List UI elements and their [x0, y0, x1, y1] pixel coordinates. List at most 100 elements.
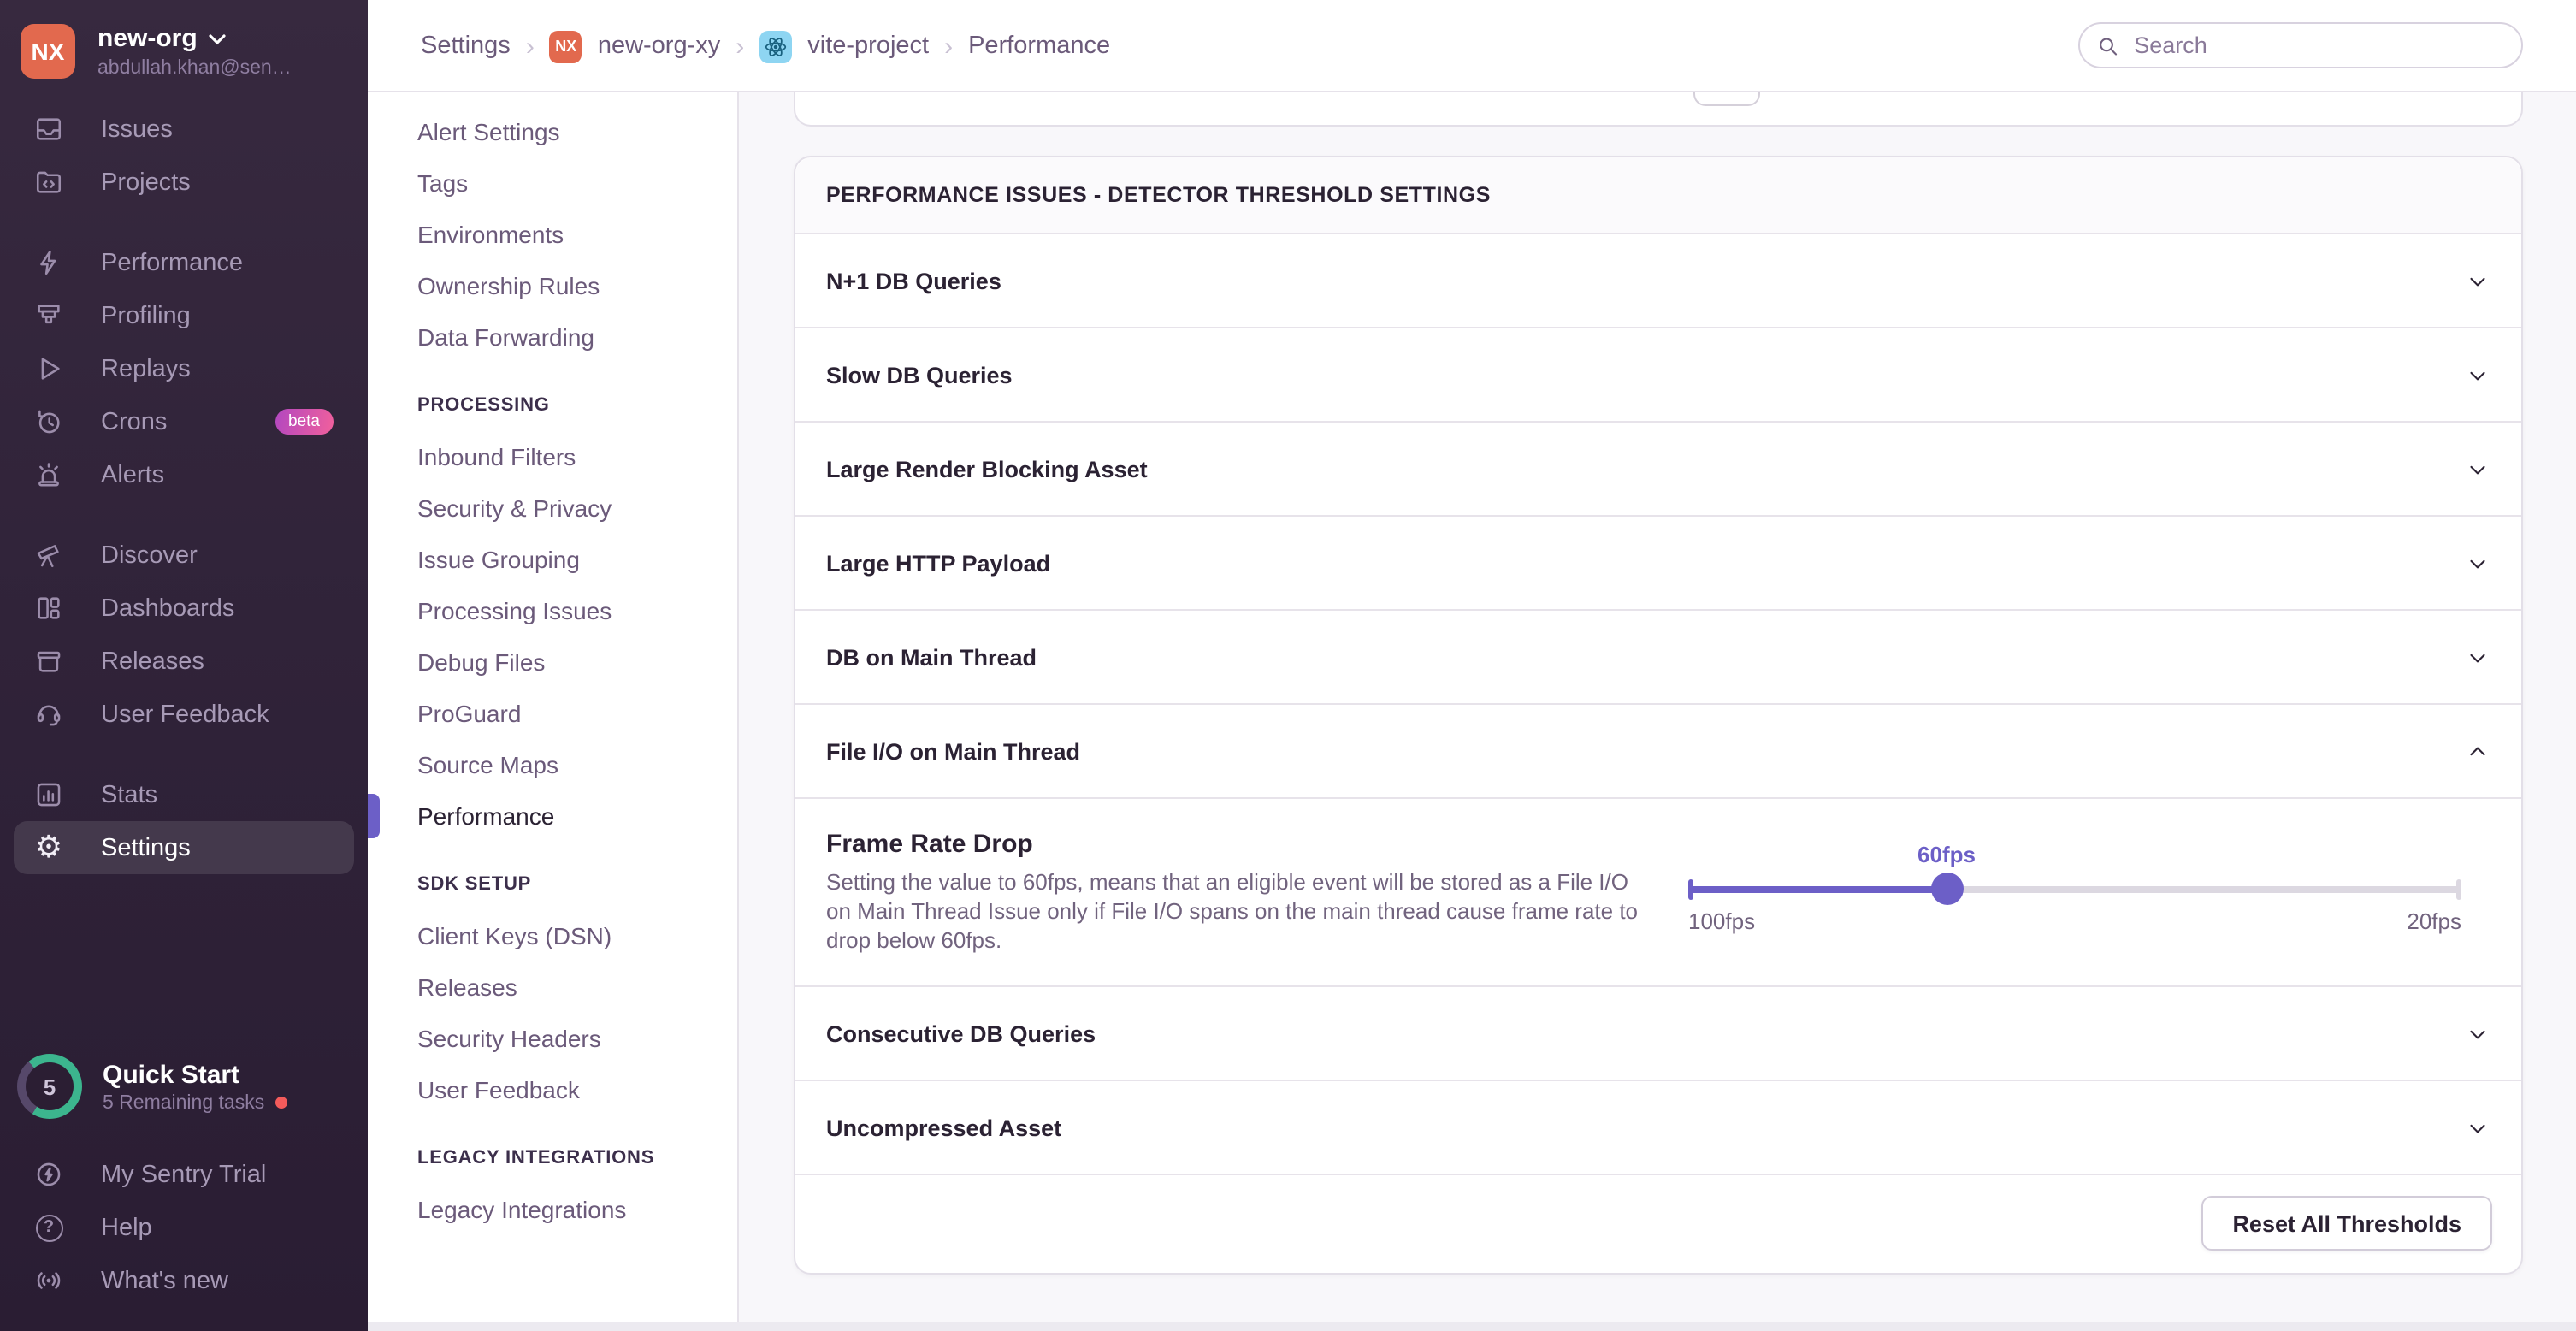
nav-item-alert-settings[interactable]: Alert Settings	[368, 106, 737, 157]
lightning-icon	[34, 248, 63, 277]
sidebar-item-alerts[interactable]: Alerts	[14, 448, 354, 501]
flamegraph-icon	[34, 301, 63, 330]
sidebar-item-help[interactable]: ? Help	[14, 1201, 354, 1254]
nav-item-security-privacy[interactable]: Security & Privacy	[368, 482, 737, 534]
sidebar-item-label: Replays	[101, 355, 191, 382]
gear-icon: ⚙	[34, 833, 63, 862]
quick-start-subtitle: 5 Remaining tasks	[103, 1092, 264, 1113]
chevron-down-icon	[2465, 550, 2490, 576]
detector-row-large-http-payload[interactable]: Large HTTP Payload	[795, 515, 2521, 609]
sidebar-item-label: Help	[101, 1214, 152, 1241]
nav-item-environments[interactable]: Environments	[368, 209, 737, 260]
notification-dot	[275, 1097, 287, 1109]
sidebar-item-label: Discover	[101, 541, 198, 569]
sidebar-item-user-feedback[interactable]: User Feedback	[14, 688, 354, 741]
nav-item-proguard[interactable]: ProGuard	[368, 688, 737, 739]
nav-item-data-forwarding[interactable]: Data Forwarding	[368, 311, 737, 363]
nav-item-releases[interactable]: Releases	[368, 961, 737, 1013]
search-box[interactable]	[2078, 22, 2523, 68]
nav-item-source-maps[interactable]: Source Maps	[368, 739, 737, 790]
sidebar-item-label: Crons	[101, 408, 167, 435]
nav-item-client-keys[interactable]: Client Keys (DSN)	[368, 910, 737, 961]
inbox-icon	[34, 115, 63, 144]
reset-all-thresholds-button[interactable]: Reset All Thresholds	[2201, 1196, 2492, 1251]
slider-max-label: 20fps	[2407, 908, 2461, 934]
dashboard-grid-icon	[34, 594, 63, 623]
sidebar-item-label: What's new	[101, 1267, 228, 1294]
sentry-app: NX new-org abdullah.khan@sen… Issues Pro…	[0, 0, 2576, 1331]
nav-item-inbound-filters[interactable]: Inbound Filters	[368, 431, 737, 482]
chevron-down-icon	[2465, 1020, 2490, 1046]
sidebar-item-releases[interactable]: Releases	[14, 635, 354, 688]
frame-rate-slider: 60fps 100fps 20fps	[1688, 799, 2461, 987]
detector-row-file-io-on-main-thread[interactable]: File I/O on Main Thread	[795, 703, 2521, 797]
siren-icon	[34, 460, 63, 489]
chevron-down-icon	[2465, 362, 2490, 387]
detector-row-large-render-blocking-asset[interactable]: Large Render Blocking Asset	[795, 421, 2521, 515]
org-email: abdullah.khan@sen…	[97, 58, 292, 79]
nav-item-security-headers[interactable]: Security Headers	[368, 1013, 737, 1064]
sidebar-item-dashboards[interactable]: Dashboards	[14, 582, 354, 635]
nav-item-processing-issues[interactable]: Processing Issues	[368, 585, 737, 636]
slider-min-label: 100fps	[1688, 908, 1755, 934]
slider-thumb[interactable]	[1931, 873, 1964, 905]
quick-start[interactable]: 5 Quick Start 5 Remaining tasks	[17, 1054, 347, 1119]
nav-item-legacy-integrations[interactable]: Legacy Integrations	[368, 1184, 737, 1235]
nav-item-ownership-rules[interactable]: Ownership Rules	[368, 260, 737, 311]
nav-item-performance[interactable]: Performance	[368, 790, 737, 842]
nav-item-issue-grouping[interactable]: Issue Grouping	[368, 534, 737, 585]
progress-ring: 5	[17, 1054, 82, 1119]
chevron-down-icon	[2465, 1115, 2490, 1140]
breadcrumb-org[interactable]: new-org-xy	[598, 33, 720, 60]
slider-track[interactable]	[1688, 886, 2461, 893]
telescope-icon	[34, 541, 63, 570]
lightning-circle-icon	[34, 1160, 63, 1189]
breadcrumb-settings[interactable]: Settings	[421, 33, 511, 60]
nav-section-processing: PROCESSING	[368, 387, 737, 424]
org-switcher[interactable]: NX new-org abdullah.khan@sen…	[0, 0, 368, 96]
sidebar-item-issues[interactable]: Issues	[14, 103, 354, 156]
org-avatar: NX	[21, 24, 75, 79]
sidebar-item-label: Projects	[101, 169, 191, 196]
sidebar-item-discover[interactable]: Discover	[14, 529, 354, 582]
slider-left-cap	[1688, 879, 1693, 900]
sidebar-item-performance[interactable]: Performance	[14, 236, 354, 289]
sidebar-item-stats[interactable]: Stats	[14, 768, 354, 821]
detector-row-slow-db-queries[interactable]: Slow DB Queries	[795, 327, 2521, 421]
sidebar-footer: 5 Quick Start 5 Remaining tasks My Sentr…	[14, 1054, 354, 1307]
nav-item-tags[interactable]: Tags	[368, 157, 737, 209]
sidebar-item-label: Releases	[101, 648, 204, 675]
detector-row-n1-db-queries[interactable]: N+1 DB Queries	[795, 233, 2521, 327]
chevron-down-icon	[2465, 268, 2490, 293]
top-header: Settings › NX new-org-xy › vite-project …	[368, 0, 2576, 92]
sidebar-item-label: Dashboards	[101, 595, 234, 622]
sidebar-item-settings[interactable]: ⚙ Settings	[14, 821, 354, 874]
chevron-down-icon	[2465, 456, 2490, 482]
detector-row-uncompressed-asset[interactable]: Uncompressed Asset	[795, 1080, 2521, 1174]
horizontal-scrollbar[interactable]	[368, 1322, 2576, 1331]
beta-badge: beta	[275, 409, 334, 435]
sidebar-item-whats-new[interactable]: What's new	[14, 1254, 354, 1307]
sidebar-item-label: Profiling	[101, 302, 191, 329]
search-icon	[2097, 33, 2118, 57]
slider-right-cap	[2456, 879, 2461, 900]
detector-row-db-on-main-thread[interactable]: DB on Main Thread	[795, 609, 2521, 703]
search-input[interactable]	[2130, 31, 2504, 60]
bar-chart-icon	[34, 780, 63, 809]
sidebar-item-crons[interactable]: Crons beta	[14, 395, 354, 448]
nav-item-debug-files[interactable]: Debug Files	[368, 636, 737, 688]
sidebar-item-projects[interactable]: Projects	[14, 156, 354, 209]
sidebar-item-replays[interactable]: Replays	[14, 342, 354, 395]
sidebar-item-profiling[interactable]: Profiling	[14, 289, 354, 342]
main-content: PERFORMANCE ISSUES - DETECTOR THRESHOLD …	[739, 92, 2576, 1331]
nav-item-user-feedback[interactable]: User Feedback	[368, 1064, 737, 1115]
org-meta: new-org abdullah.khan@sen…	[97, 24, 292, 79]
detector-settings-panel: PERFORMANCE ISSUES - DETECTOR THRESHOLD …	[794, 156, 2523, 1275]
breadcrumb-project[interactable]: vite-project	[807, 33, 929, 60]
detector-row-consecutive-db-queries[interactable]: Consecutive DB Queries	[795, 985, 2521, 1080]
org-badge: NX	[550, 30, 582, 62]
folder-code-icon	[34, 168, 63, 197]
breadcrumb-page[interactable]: Performance	[968, 33, 1110, 60]
react-platform-icon	[759, 30, 792, 62]
sidebar-item-my-sentry-trial[interactable]: My Sentry Trial	[14, 1148, 354, 1201]
